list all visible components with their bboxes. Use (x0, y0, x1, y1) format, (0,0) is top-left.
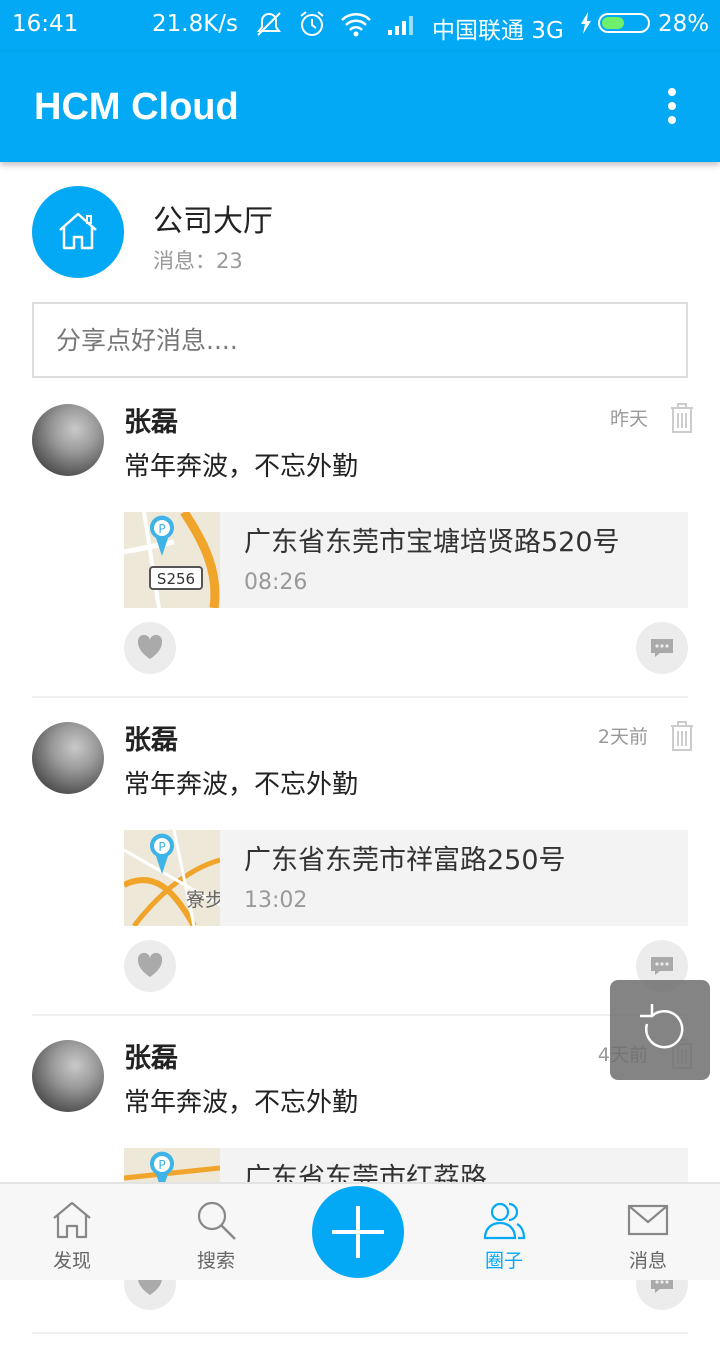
location-time: 08:26 (244, 570, 308, 595)
like-button[interactable] (124, 622, 176, 674)
refresh-button[interactable] (610, 980, 710, 1080)
search-icon (197, 1201, 236, 1240)
charging-icon (581, 12, 591, 34)
group-name: 公司大厅 (153, 204, 273, 239)
map-road-label: S256 (157, 570, 195, 588)
location-card[interactable]: 寮步 P 广东省东莞市祥富路250号 13:02 (124, 830, 688, 926)
nav-discover[interactable]: 发现 (0, 1184, 144, 1280)
map-area-label: 寮步 (186, 889, 220, 911)
home-icon (59, 212, 97, 250)
more-vert-icon[interactable] (652, 82, 692, 132)
nav-label: 消息 (628, 1250, 667, 1272)
app-title: HCM Cloud (34, 86, 239, 128)
alarm-icon (300, 11, 324, 36)
group-message-count: 消息：23 (153, 249, 243, 273)
nav-label: 搜索 (196, 1250, 235, 1272)
carrier-label: 中国联通 3G (432, 18, 564, 44)
post-content: 常年奔波，不忘外勤 (124, 1088, 359, 1118)
battery-percent: 28% (658, 11, 710, 37)
wifi-icon (341, 13, 371, 37)
post-time: 昨天 (609, 408, 648, 430)
nav-label: 圈子 (484, 1250, 523, 1272)
avatar[interactable] (32, 1040, 104, 1112)
app-bar: HCM Cloud (0, 52, 720, 162)
comment-button[interactable] (636, 622, 688, 674)
svg-text:P: P (158, 1158, 165, 1172)
svg-text:P: P (158, 840, 165, 854)
post-content: 常年奔波，不忘外勤 (124, 452, 359, 482)
map-thumbnail: S256 P (124, 512, 220, 608)
share-input[interactable] (32, 302, 688, 378)
location-time: 13:02 (244, 888, 308, 913)
nav-circle[interactable]: 圈子 (432, 1184, 576, 1280)
battery-indicator (580, 12, 650, 34)
post-author: 张磊 (124, 407, 178, 438)
add-post-button[interactable] (312, 1186, 404, 1278)
nav-search[interactable]: 搜索 (144, 1184, 288, 1280)
location-address: 广东省东莞市祥富路250号 (244, 845, 566, 876)
trash-icon[interactable] (669, 402, 695, 434)
svg-text:P: P (158, 522, 165, 536)
comment-icon (651, 639, 673, 657)
group-avatar[interactable] (32, 186, 124, 278)
divider (32, 1014, 688, 1016)
location-card[interactable]: S256 P 广东省东莞市宝塘培贤路520号 08:26 (124, 512, 688, 608)
signal-icon (388, 16, 413, 35)
battery-icon (598, 13, 650, 33)
home-icon (53, 1201, 91, 1239)
nav-messages[interactable]: 消息 (576, 1184, 720, 1280)
divider (32, 1332, 688, 1334)
post-time: 2天前 (597, 726, 648, 748)
network-speed: 21.8K/s (152, 11, 239, 37)
divider (32, 696, 688, 698)
map-thumbnail: 寮步 P (124, 830, 220, 926)
post-item[interactable]: 张磊 昨天 常年奔波，不忘外勤 S256 P 广东省东莞市宝塘培贤路520号 08… (0, 396, 720, 714)
avatar[interactable] (32, 404, 104, 476)
mute-icon (257, 12, 281, 36)
status-icons (254, 10, 418, 38)
heart-icon (137, 634, 163, 659)
nav-label: 发现 (52, 1250, 91, 1272)
status-bar: 16:41 21.8K/s 中国联通 3G 28% (0, 0, 720, 52)
location-address: 广东省东莞市宝塘培贤路520号 (244, 527, 620, 558)
avatar[interactable] (32, 722, 104, 794)
like-button[interactable] (124, 940, 176, 992)
people-icon (483, 1202, 526, 1240)
post-author: 张磊 (124, 725, 178, 756)
plus-icon (332, 1206, 384, 1258)
mail-icon (627, 1204, 669, 1236)
trash-icon[interactable] (669, 720, 695, 752)
post-content: 常年奔波，不忘外勤 (124, 770, 359, 800)
status-time: 16:41 (12, 11, 79, 37)
refresh-icon (640, 1004, 684, 1049)
post-author: 张磊 (124, 1043, 178, 1074)
heart-icon (137, 952, 163, 977)
